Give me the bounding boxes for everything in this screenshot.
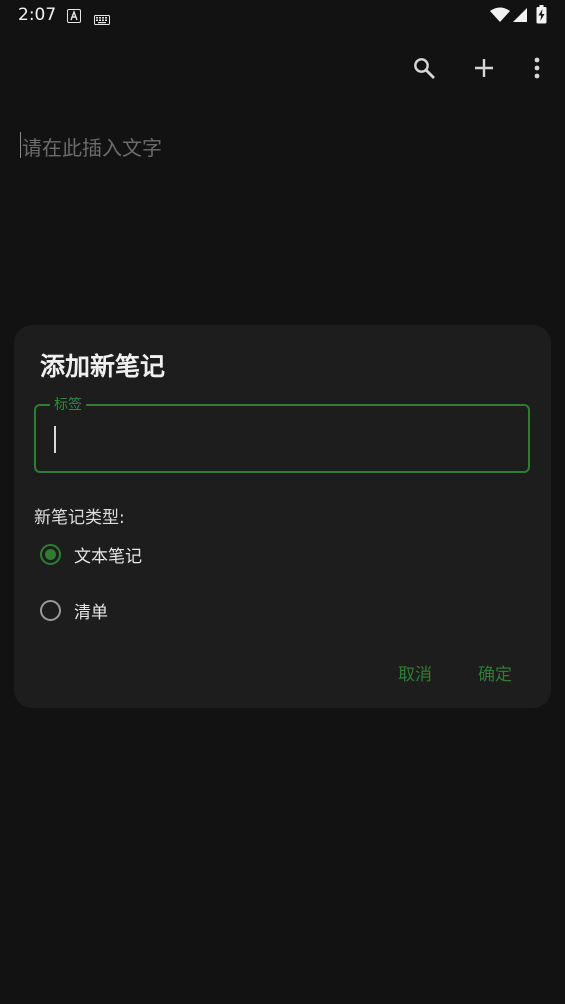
text-cursor (54, 426, 56, 453)
radio-checklist[interactable]: 清单 (40, 595, 108, 625)
tag-field-label: 标签 (50, 394, 86, 414)
text-cursor (20, 132, 21, 158)
confirm-button[interactable]: 确定 (478, 660, 512, 685)
tag-field[interactable]: 标签 (34, 394, 530, 473)
radio-text-note[interactable]: 文本笔记 (40, 539, 142, 569)
radio-unchecked-icon[interactable] (40, 599, 61, 621)
search-icon (412, 56, 436, 84)
add-note-dialog: 添加新笔记 标签 新笔记类型: 文本笔记 清单 取消 确定 (14, 325, 551, 708)
editor-placeholder: 请在此插入文字 (22, 136, 162, 160)
battery-charging-icon (536, 5, 547, 28)
status-time: 2:07 (18, 5, 57, 25)
note-editor[interactable]: 请在此插入文字 (18, 128, 548, 278)
wifi-icon (490, 7, 510, 27)
note-type-label: 新笔记类型: (34, 508, 125, 528)
radio-checked-icon[interactable] (40, 543, 61, 565)
radio-text-note-label: 文本笔记 (74, 546, 142, 567)
status-bar: 2:07 (0, 0, 565, 32)
a-notification-icon (67, 8, 81, 27)
add-button[interactable] (464, 50, 504, 90)
search-button[interactable] (404, 50, 444, 90)
radio-checklist-label: 清单 (74, 602, 108, 623)
add-icon (473, 57, 495, 83)
keyboard-icon (94, 10, 110, 29)
dialog-title: 添加新笔记 (40, 352, 166, 381)
more-options-button[interactable] (517, 50, 557, 90)
signal-icon (512, 7, 528, 27)
tag-input[interactable] (48, 422, 512, 456)
cancel-button[interactable]: 取消 (398, 660, 432, 685)
more-vert-icon (534, 57, 540, 83)
